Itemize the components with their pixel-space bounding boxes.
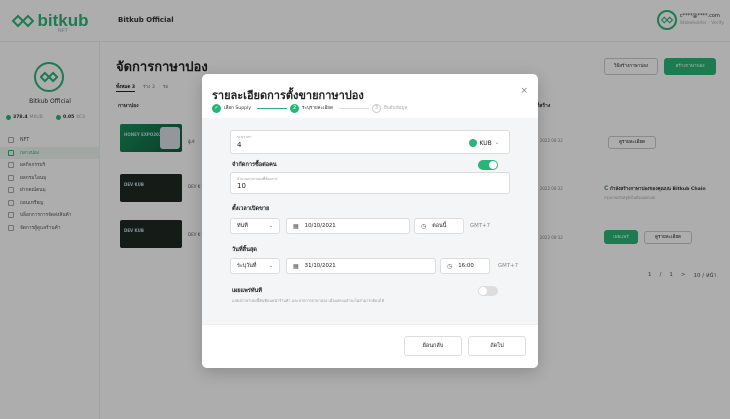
currency-select[interactable]: KUB ⌄	[468, 139, 499, 147]
clock-icon: ◷	[447, 262, 453, 270]
limit-label: จำกัดการซื้อต่อคน	[232, 162, 277, 168]
timezone-label: GMT+7	[498, 263, 519, 269]
next-button[interactable]: ถัดไป	[468, 336, 526, 356]
price-label: ระบุราคา	[237, 135, 252, 139]
end-date-picker[interactable]: ▦ 31/10/2021	[286, 258, 436, 274]
end-mode-select[interactable]: ระบุวันที่ ⌄	[230, 258, 280, 274]
limit-toggle[interactable]	[478, 160, 498, 170]
modal-title: รายละเอียดการตั้งขายกาษาปอง	[212, 89, 364, 102]
check-icon: ✓	[212, 103, 221, 113]
timezone-label: GMT+7	[470, 223, 491, 229]
close-icon[interactable]: ×	[520, 86, 528, 96]
publish-now-label: เผยแพร่ทันที	[232, 288, 262, 294]
modal-body: ระบุราคา 4 KUB ⌄ จำกัดการซื้อต่อคน จำนวนก…	[202, 118, 538, 324]
back-button[interactable]: ย้อนกลับ	[404, 336, 462, 356]
step-number: 3	[371, 103, 381, 113]
chevron-down-icon: ⌄	[268, 263, 273, 269]
open-mode-select[interactable]: ทันที ⌄	[230, 218, 280, 234]
calendar-icon: ▦	[293, 222, 299, 230]
step-label: ระบุรายละเอียด	[302, 105, 333, 111]
clock-icon: ◷	[421, 222, 427, 230]
sale-detail-modal: รายละเอียดการตั้งขายกาษาปอง × ✓ เลือก Su…	[202, 74, 538, 368]
price-input[interactable]: ระบุราคา 4 KUB ⌄	[230, 130, 510, 154]
modal-footer: ย้อนกลับ ถัดไป	[202, 324, 538, 368]
open-date-picker[interactable]: ▦ 10/10/2021	[286, 218, 410, 234]
stepper: ✓ เลือก Supply 2 ระบุรายละเอียด 3 ยืนยัน…	[212, 103, 410, 113]
publish-now-toggle[interactable]	[478, 286, 498, 296]
chevron-down-icon: ⌄	[494, 140, 499, 146]
end-time-picker[interactable]: ◷ 16:00	[440, 258, 490, 274]
limit-input[interactable]: จำนวนกาษาปองที่ต้องการ 10	[230, 172, 510, 194]
end-date-label: วันที่สิ้นสุด	[232, 247, 257, 253]
kub-coin-icon	[468, 139, 477, 147]
open-time-picker[interactable]: ◷ ตอนนี้	[414, 218, 464, 234]
step-number: 2	[290, 103, 300, 113]
calendar-icon: ▦	[293, 262, 299, 270]
publish-now-hint: แสดงกาษาปองนี้ทันทีบนหน้าร้านค้า และจากก…	[232, 298, 385, 303]
price-value: 4	[237, 141, 242, 149]
chevron-down-icon: ⌄	[268, 223, 273, 229]
limit-value: 10	[237, 182, 246, 190]
step-label: เลือก Supply	[224, 105, 252, 111]
open-time-label: ตั้งเวลาเปิดขาย	[232, 206, 270, 212]
step-label: ยืนยันข้อมูล	[383, 105, 408, 111]
